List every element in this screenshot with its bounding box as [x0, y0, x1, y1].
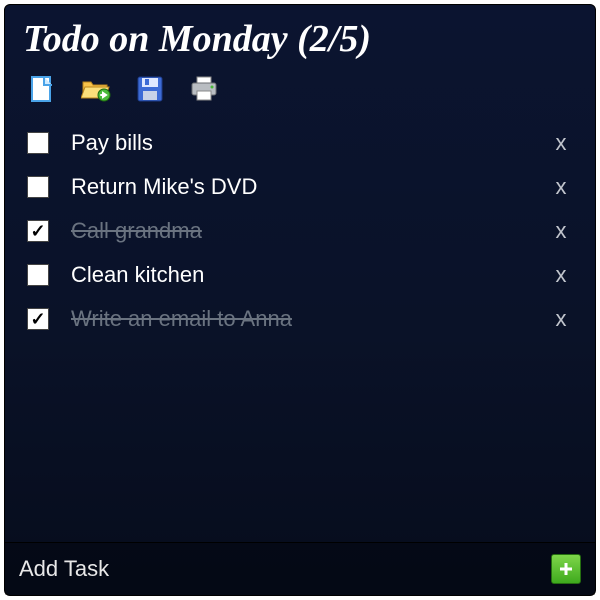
task-label[interactable]: Write an email to Anna	[71, 306, 549, 332]
todo-widget: Todo on Monday (2/5)	[4, 4, 596, 596]
delete-task-button[interactable]: x	[549, 306, 573, 332]
open-folder-button[interactable]	[81, 73, 111, 105]
plus-icon	[558, 561, 574, 577]
print-icon	[190, 76, 218, 102]
save-icon	[137, 76, 163, 102]
widget-title: Todo on Monday (2/5)	[23, 17, 581, 63]
task-label[interactable]: Pay bills	[71, 130, 549, 156]
task-checkbox[interactable]	[27, 176, 49, 198]
footer: Add Task	[5, 542, 595, 595]
toolbar	[19, 69, 581, 115]
new-file-button[interactable]	[27, 73, 57, 105]
task-row: Call grandmax	[19, 209, 581, 253]
task-checkbox[interactable]	[27, 132, 49, 154]
task-row: Clean kitchenx	[19, 253, 581, 297]
add-task-label: Add Task	[19, 556, 109, 582]
task-checkbox[interactable]	[27, 220, 49, 242]
delete-task-button[interactable]: x	[549, 218, 573, 244]
task-row: Return Mike's DVDx	[19, 165, 581, 209]
add-task-button[interactable]	[551, 554, 581, 584]
task-label[interactable]: Call grandma	[71, 218, 549, 244]
open-folder-icon	[81, 76, 111, 102]
delete-task-button[interactable]: x	[549, 174, 573, 200]
save-button[interactable]	[135, 73, 165, 105]
delete-task-button[interactable]: x	[549, 130, 573, 156]
task-checkbox[interactable]	[27, 264, 49, 286]
task-label[interactable]: Return Mike's DVD	[71, 174, 549, 200]
task-row: Pay billsx	[19, 121, 581, 165]
delete-task-button[interactable]: x	[549, 262, 573, 288]
new-file-icon	[30, 75, 54, 103]
print-button[interactable]	[189, 73, 219, 105]
task-list: Pay billsxReturn Mike's DVDxCall grandma…	[19, 121, 581, 542]
task-checkbox[interactable]	[27, 308, 49, 330]
task-label[interactable]: Clean kitchen	[71, 262, 549, 288]
task-row: Write an email to Annax	[19, 297, 581, 341]
